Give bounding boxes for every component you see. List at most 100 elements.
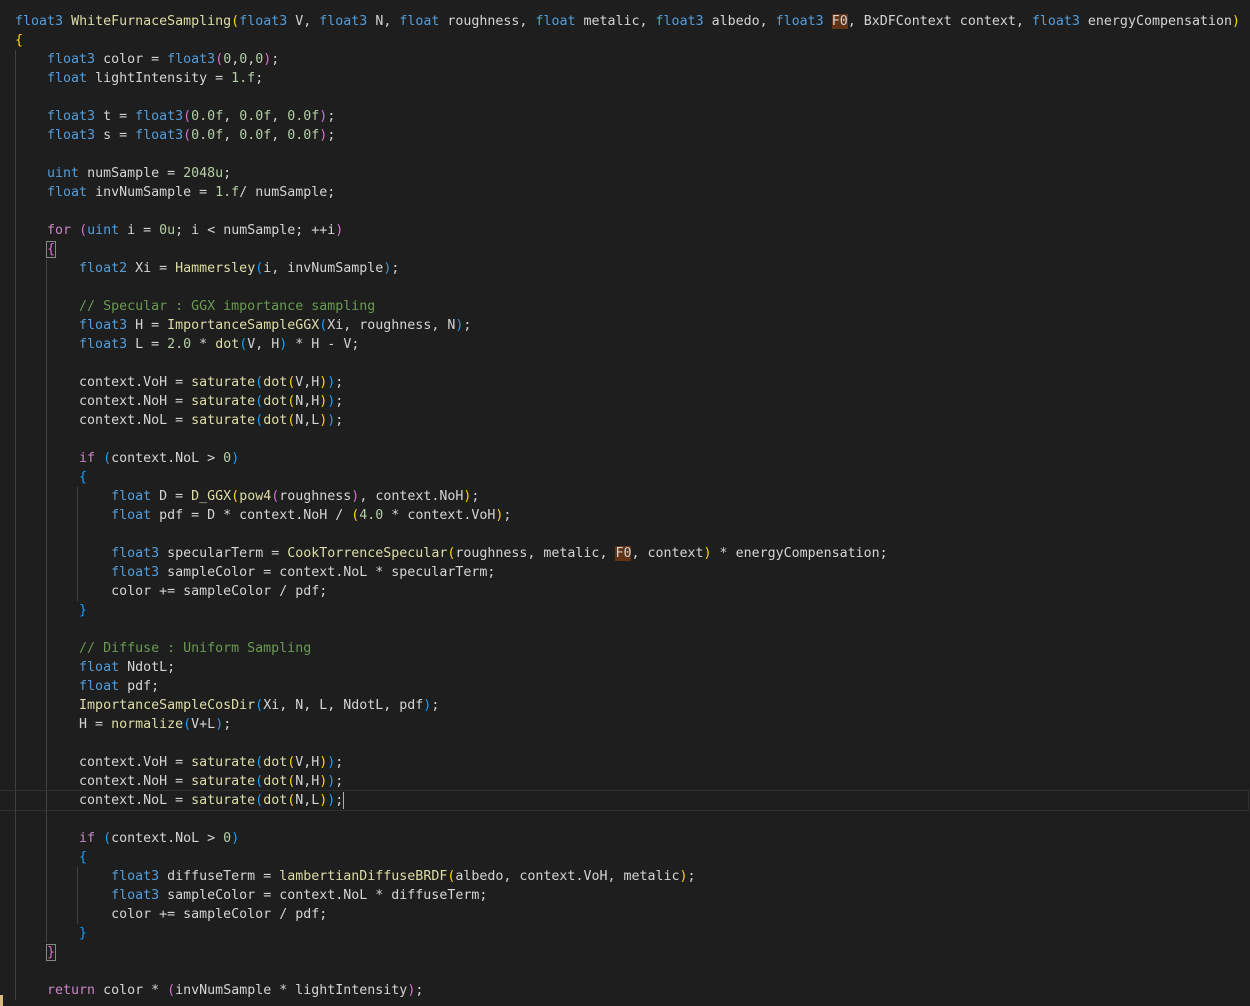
code-token: color += sampleColor / pdf; bbox=[111, 907, 328, 922]
code-line[interactable]: } bbox=[15, 924, 1248, 943]
code-editor[interactable]: float3 WhiteFurnaceSampling(float3 V, fl… bbox=[0, 0, 1250, 1006]
code-line[interactable]: context.NoH = saturate(dot(N,H)); bbox=[15, 392, 1248, 411]
code-line[interactable]: float3 sampleColor = context.NoL * specu… bbox=[15, 563, 1248, 582]
code-token: ) bbox=[335, 223, 344, 238]
indent-guide bbox=[15, 715, 16, 734]
code-line[interactable]: ​ bbox=[15, 430, 1248, 449]
code-line[interactable]: context.NoH = saturate(dot(N,H)); bbox=[15, 772, 1248, 791]
function-name: WhiteFurnaceSampling bbox=[71, 14, 232, 29]
code-comment: // Specular : GGX importance sampling bbox=[79, 299, 376, 314]
code-line[interactable]: float3 s = float3(0.0f, 0.0f, 0.0f); bbox=[15, 126, 1248, 145]
indent-guide bbox=[45, 487, 47, 506]
indent-guide bbox=[15, 867, 16, 886]
code-line[interactable]: context.NoL = saturate(dot(N,L)); bbox=[0, 790, 1249, 811]
code-comment: // Diffuse : Uniform Sampling bbox=[79, 641, 312, 656]
code-line[interactable]: context.VoH = saturate(dot(V,H)); bbox=[15, 373, 1248, 392]
code-token: V, H bbox=[247, 337, 280, 352]
code-line[interactable]: float2 Xi = Hammersley(i, invNumSample); bbox=[15, 259, 1248, 278]
function-name: dot bbox=[263, 413, 288, 428]
code-line[interactable]: color += sampleColor / pdf; bbox=[15, 582, 1248, 601]
code-line[interactable]: float lightIntensity = 1.f; bbox=[15, 69, 1248, 88]
indent-guide bbox=[15, 354, 16, 373]
code-line[interactable]: { bbox=[15, 240, 1248, 259]
code-line[interactable]: return color * (invNumSample * lightInte… bbox=[15, 981, 1248, 1000]
code-line[interactable]: for (uint i = 0u; i < numSample; ++i) bbox=[15, 221, 1248, 240]
code-token: V,H bbox=[295, 755, 320, 770]
code-line[interactable]: ImportanceSampleCosDir(Xi, N, L, NdotL, … bbox=[15, 696, 1248, 715]
code-line[interactable]: H = normalize(V+L); bbox=[15, 715, 1248, 734]
code-line[interactable]: ​ bbox=[15, 278, 1248, 297]
code-line[interactable]: // Diffuse : Uniform Sampling bbox=[15, 639, 1248, 658]
code-line[interactable]: float3 color = float3(0,0,0); bbox=[15, 50, 1248, 69]
code-token: pdf = D * context.NoH / bbox=[151, 508, 352, 523]
code-line[interactable]: float3 sampleColor = context.NoL * diffu… bbox=[15, 886, 1248, 905]
indent-guide bbox=[15, 411, 16, 430]
code-line[interactable]: float3 L = 2.0 * dot(V, H) * H - V; bbox=[15, 335, 1248, 354]
code-line[interactable]: { bbox=[15, 468, 1248, 487]
function-name: saturate bbox=[191, 375, 256, 390]
code-token: 0u bbox=[159, 223, 176, 238]
indent-guide bbox=[45, 601, 47, 620]
code-line[interactable]: float pdf = D * context.NoH / (4.0 * con… bbox=[15, 506, 1248, 525]
code-line[interactable]: float invNumSample = 1.f/ numSample; bbox=[15, 183, 1248, 202]
indent-guide bbox=[76, 905, 78, 924]
code-line[interactable]: if (context.NoL > 0) bbox=[15, 449, 1248, 468]
code-line[interactable]: ​ bbox=[15, 734, 1248, 753]
code-line[interactable]: context.VoH = saturate(dot(V,H)); bbox=[15, 753, 1248, 772]
code-token: , bbox=[271, 128, 288, 143]
function-name: CookTorrenceSpecular bbox=[287, 546, 448, 561]
code-line[interactable]: context.NoL = saturate(dot(N,L)); bbox=[15, 411, 1248, 430]
code-line[interactable]: float pdf; bbox=[15, 677, 1248, 696]
code-token: ; bbox=[327, 109, 336, 124]
code-line[interactable]: ​ bbox=[15, 620, 1248, 639]
indent-guide bbox=[15, 943, 16, 962]
code-token: ; bbox=[335, 755, 344, 770]
code-line[interactable]: { bbox=[15, 848, 1248, 867]
code-line[interactable]: float3 t = float3(0.0f, 0.0f, 0.0f); bbox=[15, 107, 1248, 126]
function-name: dot bbox=[215, 337, 240, 352]
code-line[interactable]: float3 diffuseTerm = lambertianDiffuseBR… bbox=[15, 867, 1248, 886]
code-line[interactable]: ​ bbox=[15, 354, 1248, 373]
code-line[interactable]: if (context.NoL > 0) bbox=[15, 829, 1248, 848]
code-line[interactable]: uint numSample = 2048u; bbox=[15, 164, 1248, 183]
code-line[interactable]: // Specular : GGX importance sampling bbox=[15, 297, 1248, 316]
code-token: , bbox=[223, 109, 240, 124]
code-line[interactable]: ​ bbox=[15, 202, 1248, 221]
indent-guide bbox=[15, 829, 16, 848]
indent-guide bbox=[76, 506, 78, 525]
code-line[interactable]: } bbox=[15, 601, 1248, 620]
function-name: D_GGX bbox=[191, 489, 232, 504]
type-keyword: float bbox=[79, 679, 120, 694]
code-token: ( bbox=[79, 223, 88, 238]
code-line[interactable]: ​ bbox=[15, 525, 1248, 544]
code-line[interactable]: } bbox=[15, 943, 1248, 962]
code-line[interactable]: float3 specularTerm = CookTorrenceSpecul… bbox=[15, 544, 1248, 563]
code-line[interactable]: float NdotL; bbox=[15, 658, 1248, 677]
code-line[interactable]: ​ bbox=[15, 810, 1248, 829]
code-token: { bbox=[15, 33, 24, 48]
code-line[interactable]: float D = D_GGX(pow4(roughness), context… bbox=[15, 487, 1248, 506]
code-line[interactable]: ​ bbox=[15, 962, 1248, 981]
indent-guide bbox=[76, 525, 78, 544]
type-keyword: float3 bbox=[135, 128, 184, 143]
type-keyword: float3 bbox=[135, 109, 184, 124]
code-line[interactable]: ​ bbox=[15, 145, 1248, 164]
code-token: , context bbox=[631, 546, 704, 561]
code-line[interactable]: ​ bbox=[15, 88, 1248, 107]
code-line[interactable]: { bbox=[15, 31, 1248, 50]
code-line[interactable]: float3 WhiteFurnaceSampling(float3 V, fl… bbox=[15, 12, 1248, 31]
code-line[interactable]: float3 H = ImportanceSampleGGX(Xi, rough… bbox=[15, 316, 1248, 335]
code-text-area[interactable]: float3 WhiteFurnaceSampling(float3 V, fl… bbox=[0, 12, 1249, 1000]
function-name: lambertianDiffuseBRDF bbox=[279, 869, 448, 884]
indent-guide bbox=[15, 297, 16, 316]
code-line[interactable]: color += sampleColor / pdf; bbox=[15, 905, 1248, 924]
code-token: ) bbox=[679, 869, 688, 884]
